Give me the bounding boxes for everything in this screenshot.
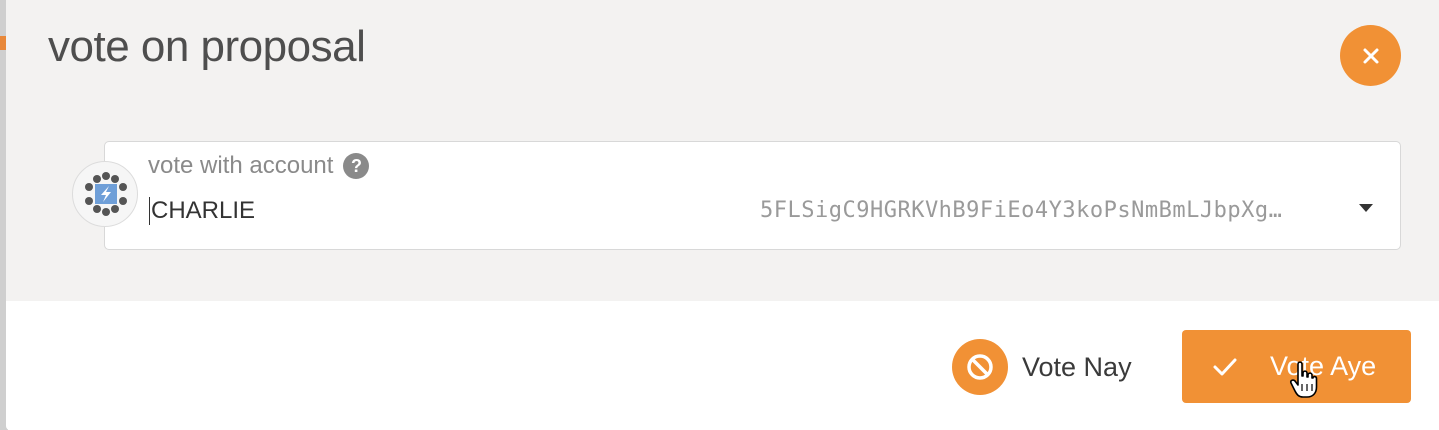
vote-account-select[interactable]: vote with account ? CHARLIE 5FLSigC9HGRK…: [104, 141, 1401, 250]
vote-account-label-text: vote with account: [148, 152, 334, 179]
vote-nay-label: Vote Nay: [1022, 351, 1132, 382]
ban-icon: [952, 339, 1008, 395]
vote-nay-button[interactable]: Vote Nay: [952, 336, 1132, 398]
vote-aye-label: Vote Aye: [1270, 351, 1377, 381]
modal-header: vote on proposal vote with account ? CHA…: [6, 0, 1439, 301]
selected-account-address: 5FLSigC9HGRKVhB9FiEo4Y3koPsNmBmLJbpXg…: [760, 198, 1283, 223]
vote-modal: vote on proposal vote with account ? CHA…: [6, 0, 1439, 430]
pointer-hand-icon: [1289, 360, 1319, 405]
account-avatar: [72, 161, 138, 227]
close-icon: [1363, 48, 1378, 63]
checkmark-icon: [1212, 354, 1238, 380]
modal-title: vote on proposal: [48, 22, 366, 71]
identicon-icon: [85, 172, 127, 216]
help-icon[interactable]: ?: [343, 153, 370, 179]
vote-account-label: vote with account ?: [148, 152, 370, 180]
caret-down-icon[interactable]: [1359, 204, 1373, 212]
close-button[interactable]: [1340, 25, 1401, 86]
selected-account-name: CHARLIE: [149, 197, 256, 225]
